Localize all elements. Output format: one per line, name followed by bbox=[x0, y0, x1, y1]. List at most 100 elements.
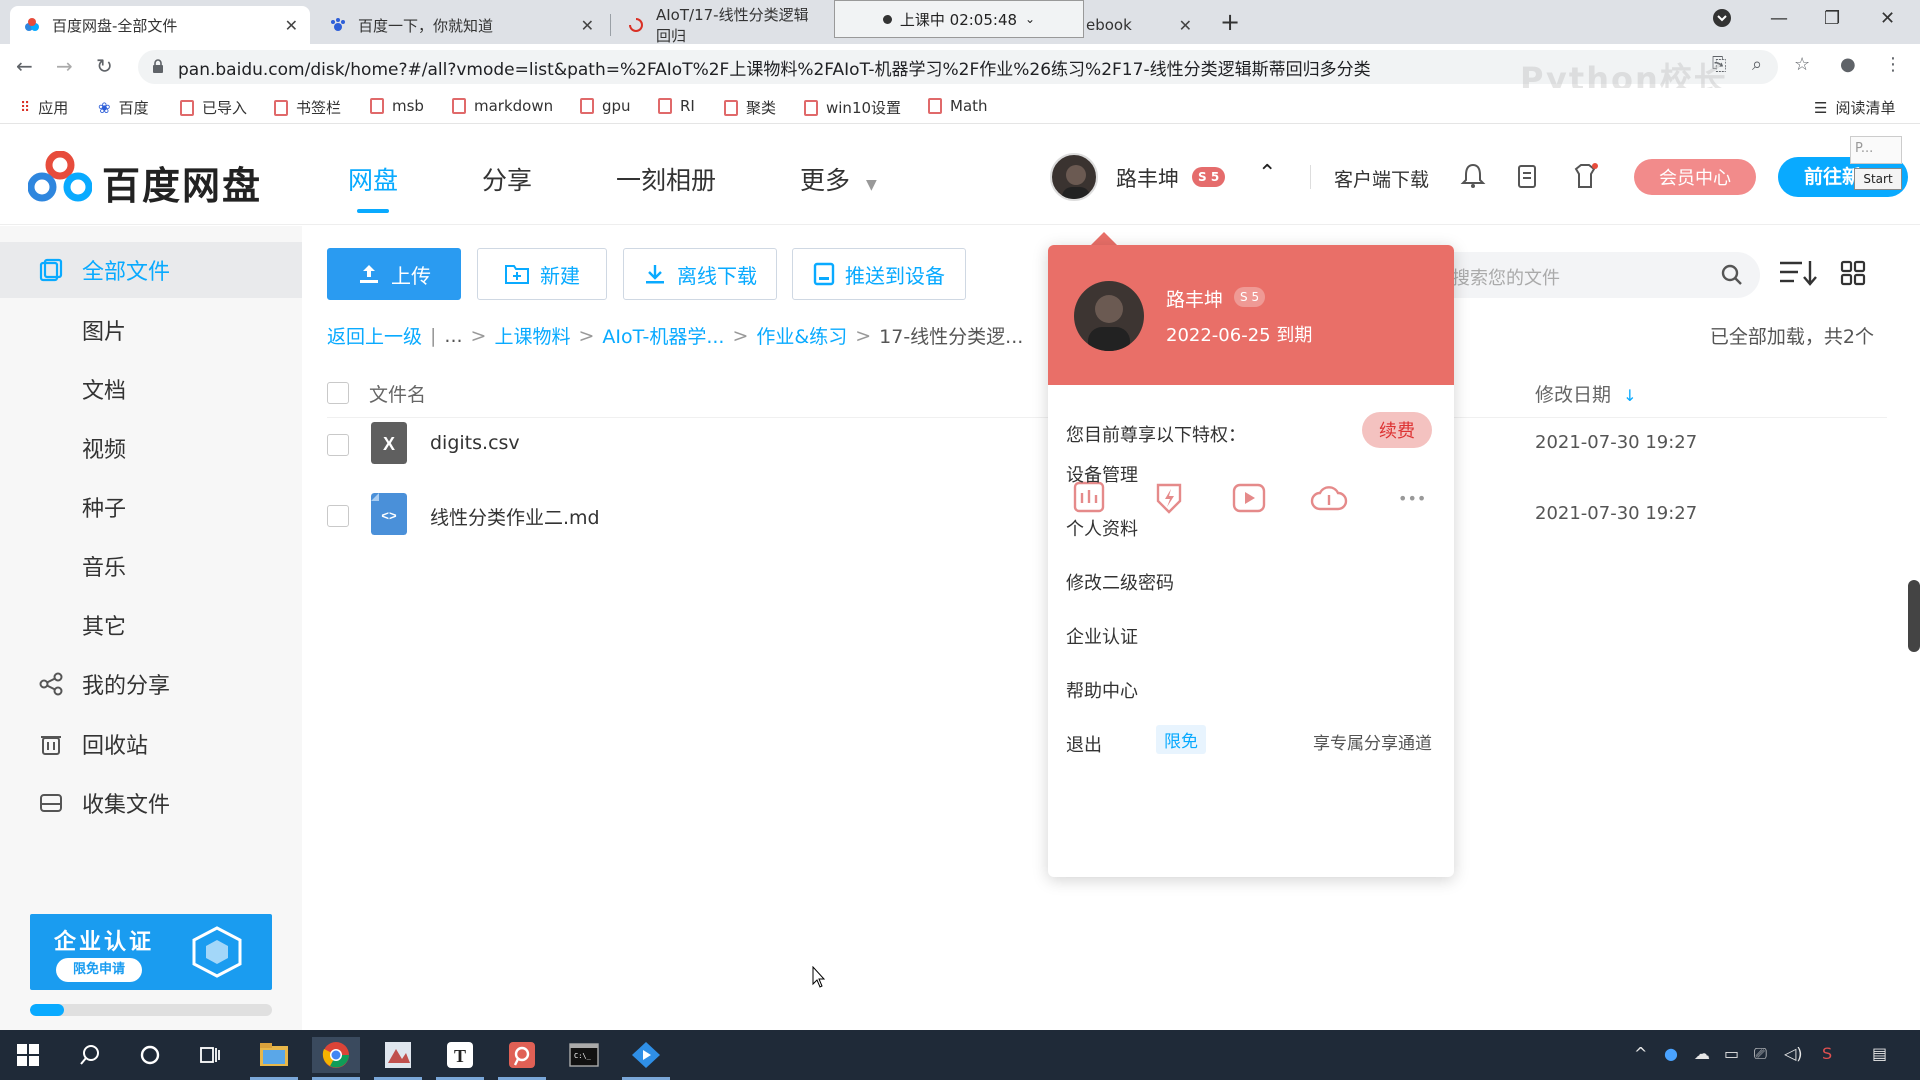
nav-more[interactable]: 更多 ▼ bbox=[800, 161, 877, 197]
breadcrumb-item[interactable]: 上课物料 bbox=[494, 322, 570, 349]
avatar[interactable] bbox=[1050, 153, 1098, 201]
sidebar-item-collect[interactable]: 收集文件 bbox=[0, 775, 302, 831]
client-download-link[interactable]: 客户端下载 bbox=[1334, 165, 1429, 192]
column-modified-date[interactable]: 修改日期 ↓ bbox=[1535, 380, 1636, 407]
sidebar-item-other[interactable]: 其它 bbox=[0, 597, 302, 653]
clipboard-icon[interactable] bbox=[1512, 161, 1542, 191]
perk-cloud-icon[interactable] bbox=[1310, 479, 1348, 517]
paint-app-icon[interactable] bbox=[380, 1037, 416, 1073]
enterprise-banner[interactable]: 企业认证 限免申请 bbox=[30, 914, 272, 990]
tab-close-icon[interactable]: ✕ bbox=[285, 16, 298, 35]
sidebar-item-all-files[interactable]: 全部文件 bbox=[0, 242, 302, 298]
breadcrumb-back[interactable]: 返回上一级 bbox=[327, 322, 422, 349]
menu-logout[interactable]: 退出 bbox=[1066, 731, 1102, 757]
sidebar-item-torrents[interactable]: 种子 bbox=[0, 479, 302, 535]
tab-aiot[interactable]: AIoT/17-线性分类逻辑回归 bbox=[614, 6, 834, 45]
bookmark-baidu[interactable]: ❀ 百度 bbox=[98, 97, 149, 118]
nav-netdisk[interactable]: 网盘 bbox=[348, 161, 398, 197]
row-checkbox[interactable] bbox=[327, 505, 349, 527]
onedrive-icon[interactable]: ☁ bbox=[1694, 1044, 1710, 1063]
tab-baidu-search[interactable]: 百度一下，你就知道 ✕ bbox=[316, 6, 606, 44]
volume-icon[interactable]: ◁) bbox=[1784, 1044, 1803, 1063]
bookmark-clustering[interactable]: 聚类 bbox=[724, 97, 776, 118]
chrome-icon[interactable] bbox=[312, 1037, 360, 1073]
column-filename[interactable]: 文件名 bbox=[369, 380, 426, 407]
back-arrow-icon[interactable]: ← bbox=[16, 54, 33, 78]
tab-baidu-pan[interactable]: 百度网盘-全部文件 ✕ bbox=[10, 6, 310, 44]
presentation-app-icon[interactable] bbox=[504, 1037, 540, 1073]
battery-icon[interactable]: ▭ bbox=[1724, 1044, 1739, 1063]
vip-center-button[interactable]: 会员中心 bbox=[1634, 159, 1756, 195]
notification-icon[interactable]: ▤ bbox=[1872, 1044, 1887, 1063]
bookmark-apps[interactable]: ⠿ 应用 bbox=[20, 97, 68, 118]
sidebar-item-music[interactable]: 音乐 bbox=[0, 538, 302, 594]
select-all-checkbox[interactable] bbox=[327, 382, 349, 404]
close-window-icon[interactable]: ✕ bbox=[1880, 8, 1895, 29]
cortana-icon[interactable] bbox=[132, 1037, 168, 1073]
bookmark-star-icon[interactable]: ☆ bbox=[1794, 54, 1810, 75]
menu-enterprise-verify[interactable]: 企业认证 bbox=[1066, 623, 1138, 649]
menu-device-management[interactable]: 设备管理 bbox=[1066, 461, 1138, 487]
video-player-icon[interactable] bbox=[628, 1037, 664, 1073]
popup-avatar[interactable] bbox=[1074, 281, 1144, 351]
grid-view-icon[interactable] bbox=[1840, 260, 1866, 286]
ime-icon[interactable]: S bbox=[1822, 1044, 1832, 1063]
reading-list[interactable]: ☰ 阅读清单 bbox=[1814, 97, 1895, 118]
tray-overflow-icon[interactable]: ^ bbox=[1634, 1044, 1647, 1063]
profile-icon[interactable]: ● bbox=[1840, 54, 1856, 75]
search-input[interactable]: 搜索您的文件 bbox=[1430, 252, 1760, 298]
sidebar-item-recycle-bin[interactable]: 回收站 bbox=[0, 716, 302, 772]
bookmark-win10[interactable]: win10设置 bbox=[804, 97, 901, 118]
file-name[interactable]: digits.csv bbox=[430, 432, 520, 454]
taskbar-search-icon[interactable] bbox=[72, 1037, 108, 1073]
push-to-device-button[interactable]: 推送到设备 bbox=[792, 248, 966, 300]
start-button[interactable]: Start bbox=[1854, 168, 1902, 190]
new-folder-button[interactable]: 新建 bbox=[477, 248, 607, 300]
bookmark-msb[interactable]: msb bbox=[370, 97, 424, 115]
renew-button[interactable]: 续费 bbox=[1362, 412, 1432, 448]
menu-help-center[interactable]: 帮助中心 bbox=[1066, 677, 1138, 703]
bookmark-markdown[interactable]: markdown bbox=[452, 97, 553, 115]
bell-icon[interactable] bbox=[1458, 161, 1488, 191]
upload-button[interactable]: 上传 bbox=[327, 248, 461, 300]
task-view-icon[interactable] bbox=[192, 1037, 228, 1073]
menu-profile[interactable]: 个人资料 bbox=[1066, 515, 1138, 541]
row-checkbox[interactable] bbox=[327, 434, 349, 456]
tab-ebook[interactable]: ebook ✕ bbox=[1084, 6, 1204, 44]
tab-close-icon[interactable]: ✕ bbox=[581, 16, 594, 35]
breadcrumb-item[interactable]: AIoT-机器学... bbox=[602, 322, 724, 349]
bookmark-math[interactable]: Math bbox=[928, 97, 988, 115]
reload-icon[interactable]: ↻ bbox=[96, 54, 113, 78]
mini-window[interactable]: P... bbox=[1850, 136, 1902, 164]
chevron-up-icon[interactable]: ⌃ bbox=[1258, 161, 1276, 186]
shirt-icon[interactable] bbox=[1570, 161, 1600, 191]
banner-apply-button[interactable]: 限免申请 bbox=[56, 958, 142, 982]
new-tab-plus-icon[interactable]: + bbox=[1220, 8, 1240, 36]
scrollbar-handle[interactable] bbox=[1908, 580, 1920, 652]
more-perks-icon[interactable]: ••• bbox=[1398, 489, 1426, 508]
sidebar-item-my-shares[interactable]: 我的分享 bbox=[0, 656, 302, 712]
logo-text[interactable]: 百度网盘 bbox=[102, 155, 262, 210]
sidebar-item-docs[interactable]: 文档 bbox=[0, 361, 302, 417]
menu-change-password[interactable]: 修改二级密码 bbox=[1066, 569, 1174, 595]
restore-icon[interactable]: ❐ bbox=[1824, 8, 1840, 29]
windows-start-icon[interactable] bbox=[10, 1037, 46, 1073]
forward-arrow-icon[interactable]: → bbox=[56, 54, 73, 78]
minimize-icon[interactable]: — bbox=[1770, 8, 1788, 29]
file-explorer-icon[interactable] bbox=[256, 1037, 292, 1073]
recording-indicator[interactable]: 上课中 02:05:48 ⌄ bbox=[834, 0, 1084, 38]
sidebar-item-images[interactable]: 图片 bbox=[0, 302, 302, 358]
breadcrumb-item[interactable]: 作业&练习 bbox=[756, 322, 847, 349]
bookmark-gpu[interactable]: gpu bbox=[580, 97, 631, 115]
breadcrumb-ellipsis[interactable]: ... bbox=[444, 325, 462, 347]
username[interactable]: 路丰坤 bbox=[1116, 163, 1179, 193]
tab-close-icon[interactable]: ✕ bbox=[1179, 16, 1192, 35]
sidebar-item-videos[interactable]: 视频 bbox=[0, 420, 302, 476]
file-name[interactable]: 线性分类作业二.md bbox=[430, 503, 600, 530]
search-icon[interactable] bbox=[1720, 263, 1744, 287]
bookmark-ri[interactable]: RI bbox=[658, 97, 695, 115]
nav-album[interactable]: 一刻相册 bbox=[616, 161, 716, 197]
baidu-pan-logo-icon[interactable] bbox=[28, 151, 92, 203]
bookmark-imported[interactable]: 已导入 bbox=[180, 97, 247, 118]
more-menu-icon[interactable]: ⋮ bbox=[1884, 54, 1902, 75]
